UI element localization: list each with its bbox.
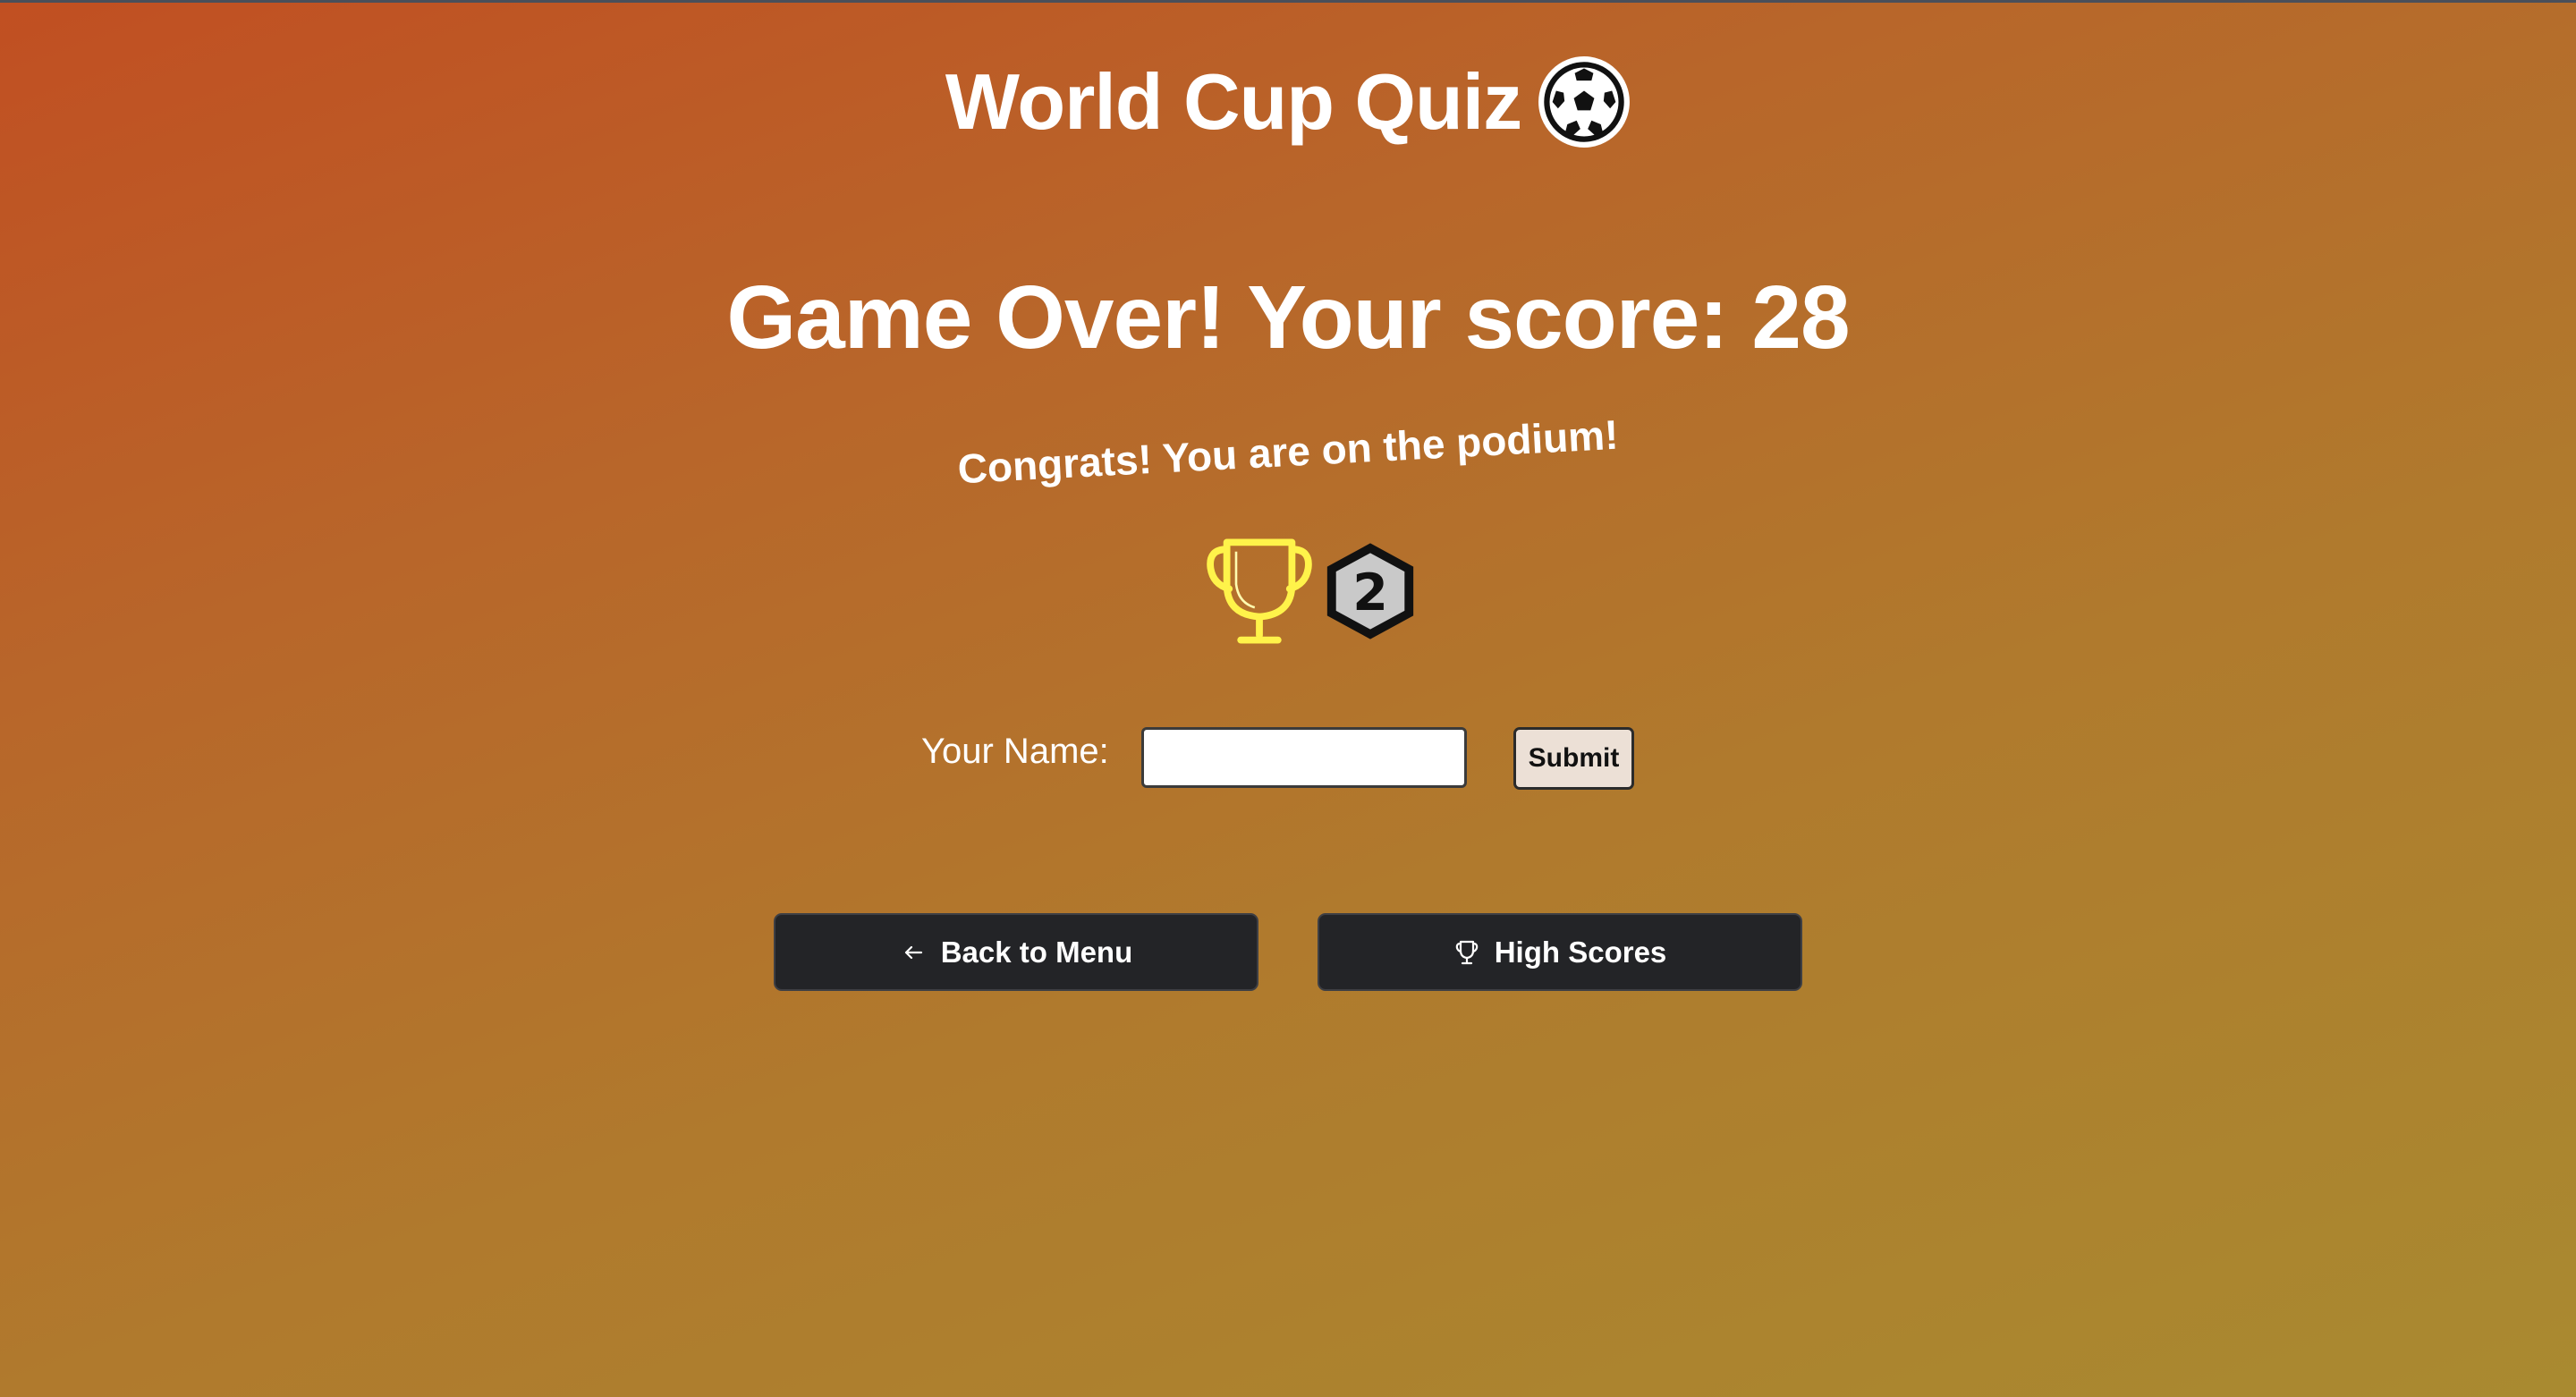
- award-icons: 2: [0, 533, 2576, 649]
- window-top-border: [0, 0, 2576, 3]
- score-heading: Game Over! Your score: 28: [726, 267, 1850, 368]
- app-title: World Cup Quiz: [945, 57, 1522, 146]
- trophy-icon: [1455, 940, 1478, 964]
- submit-button[interactable]: Submit: [1513, 727, 1634, 790]
- arrow-left-icon: [904, 945, 922, 959]
- high-scores-button[interactable]: High Scores: [1318, 913, 1802, 991]
- medal-2-icon: 2: [1326, 543, 1414, 639]
- podium-message: Congrats! You are on the podium!: [956, 411, 1620, 493]
- header: World Cup Quiz: [0, 55, 2576, 148]
- high-scores-label: High Scores: [1494, 935, 1667, 969]
- trophy-icon: [1207, 538, 1312, 644]
- back-to-menu-button[interactable]: Back to Menu: [774, 913, 1258, 991]
- soccer-ball-icon: [1538, 56, 1631, 148]
- medal-place-label: 2: [1352, 563, 1388, 622]
- name-label: Your Name:: [921, 732, 1109, 771]
- name-input[interactable]: [1141, 727, 1467, 788]
- back-to-menu-label: Back to Menu: [940, 935, 1133, 969]
